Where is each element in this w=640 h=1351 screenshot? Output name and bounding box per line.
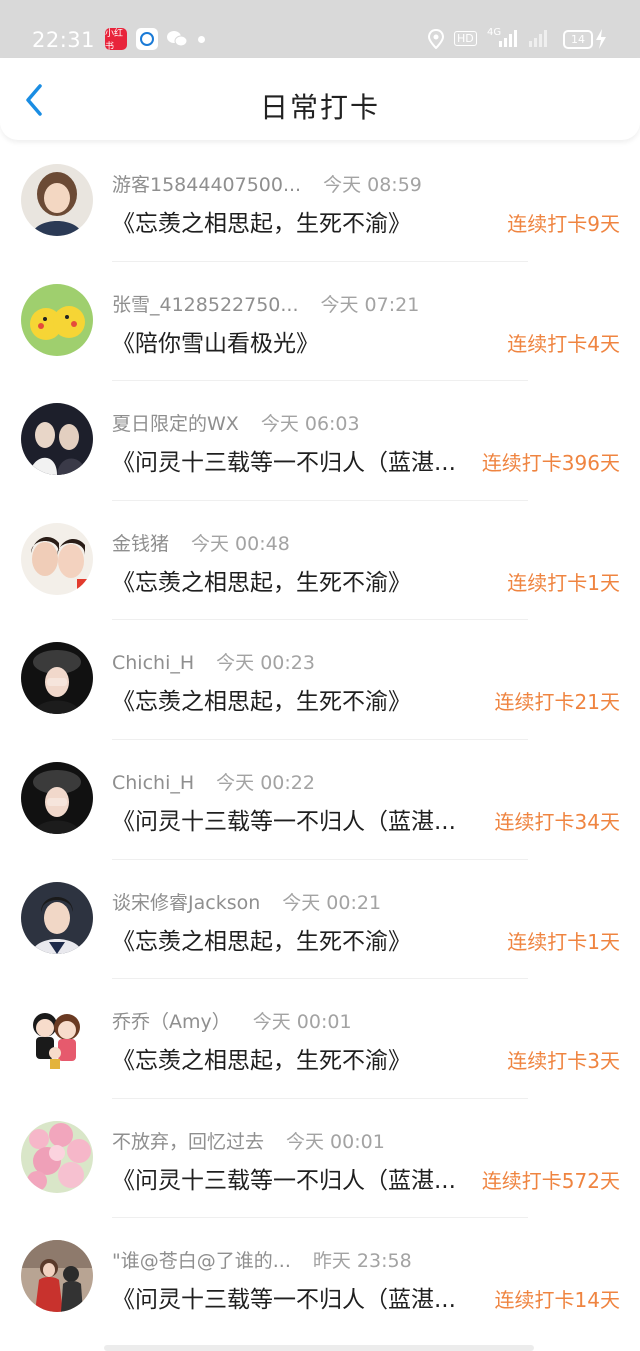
streak-label: 连续打卡3天 <box>507 1049 620 1074</box>
checkin-time: 昨天 23:58 <box>312 1250 412 1273</box>
book-title: 《忘羡之相思起，生死不渝》 <box>112 689 411 716</box>
book-title: 《问灵十三载等一不归人（蓝湛... <box>112 808 456 835</box>
list-item[interactable]: 夏日限定的WX 今天 06:03 《问灵十三载等一不归人（蓝湛... 连续打卡39… <box>0 381 640 501</box>
page-title: 日常打卡 <box>259 91 380 124</box>
list-item[interactable]: 乔乔（Amy） 今天 00:01 《忘羡之相思起，生死不渝》 连续打卡3天 <box>0 979 640 1099</box>
xiaohongshu-app-icon: 小红书 <box>105 28 127 52</box>
streak-label: 连续打卡1天 <box>507 929 620 954</box>
list-item[interactable]: 不放弃，回忆过去 今天 00:01 《问灵十三载等一不归人（蓝湛... 连续打卡5… <box>0 1099 640 1219</box>
browser-app-icon <box>136 28 158 50</box>
user-name: 乔乔（Amy） <box>112 1011 231 1034</box>
list-item[interactable]: 游客15844407500... 今天 08:59 《忘羡之相思起，生死不渝》 连… <box>0 142 640 262</box>
list-item[interactable]: "谁@苍白@了谁的... 昨天 23:58 《问灵十三载等一不归人（蓝湛... 连… <box>0 1218 640 1338</box>
bottom-scroll-indicator <box>104 1345 534 1351</box>
avatar[interactable] <box>21 642 93 715</box>
checkin-time: 今天 08:59 <box>323 174 422 196</box>
location-icon <box>427 28 445 53</box>
book-title: 《问灵十三载等一不归人（蓝湛... <box>112 1167 456 1194</box>
avatar[interactable] <box>21 881 93 954</box>
book-title: 《陪你雪山看极光》 <box>112 330 319 357</box>
hd-icon: HD <box>454 31 477 46</box>
user-name: 谈宋修睿Jackson <box>112 891 261 914</box>
streak-label: 连续打卡1天 <box>507 570 620 595</box>
list-item[interactable]: 张雪_4128522750... 今天 07:21 《陪你雪山看极光》 连续打卡4… <box>0 262 640 382</box>
checkin-time: 今天 00:23 <box>216 652 315 675</box>
user-name: 不放弃，回忆过去 <box>112 1130 265 1153</box>
book-title: 《问灵十三载等一不归人（蓝湛... <box>112 1287 456 1314</box>
notification-dot-icon <box>198 36 205 43</box>
streak-label: 连续打卡572天 <box>481 1168 620 1193</box>
avatar[interactable] <box>21 761 93 834</box>
checkin-time: 今天 00:48 <box>191 532 290 555</box>
checkin-time: 今天 06:03 <box>260 413 360 436</box>
list-item[interactable]: Chichi_H 今天 00:23 《忘羡之相思起，生死不渝》 连续打卡21天 <box>0 620 640 740</box>
streak-label: 连续打卡9天 <box>507 212 620 236</box>
user-name: 金钱猪 <box>112 532 170 555</box>
checkin-time: 今天 00:01 <box>286 1130 385 1153</box>
checkin-time: 今天 00:01 <box>252 1011 352 1034</box>
user-name: "谁@苍白@了谁的... <box>112 1250 291 1273</box>
battery-icon: 14 <box>563 30 593 49</box>
streak-label: 连续打卡34天 <box>494 809 620 834</box>
avatar[interactable] <box>21 522 93 595</box>
book-title: 《忘羡之相思起，生死不渝》 <box>112 928 411 955</box>
streak-label: 连续打卡21天 <box>494 690 620 715</box>
wechat-icon <box>166 28 188 50</box>
checkin-list: 游客15844407500... 今天 08:59 《忘羡之相思起，生死不渝》 连… <box>0 142 640 1338</box>
user-name: Chichi_H <box>112 771 195 794</box>
page-header: 日常打卡 <box>0 58 640 140</box>
avatar[interactable] <box>21 1240 93 1313</box>
charging-icon <box>595 29 607 53</box>
book-title: 《忘羡之相思起，生死不渝》 <box>112 1048 411 1075</box>
book-title: 《忘羡之相思起，生死不渝》 <box>112 569 411 596</box>
streak-label: 连续打卡14天 <box>494 1288 620 1313</box>
book-title: 《问灵十三载等一不归人（蓝湛... <box>112 450 456 477</box>
signal-strength-2-icon <box>528 29 550 51</box>
avatar[interactable] <box>21 1001 93 1074</box>
user-name: 张雪_4128522750... <box>112 293 299 316</box>
checkin-time: 今天 00:22 <box>216 771 315 794</box>
streak-label: 连续打卡396天 <box>481 451 620 476</box>
checkin-time: 今天 00:21 <box>282 891 382 914</box>
avatar[interactable] <box>21 403 93 476</box>
book-title: 《忘羡之相思起，生死不渝》 <box>112 211 411 237</box>
list-item[interactable]: 谈宋修睿Jackson 今天 00:21 《忘羡之相思起，生死不渝》 连续打卡1天 <box>0 860 640 980</box>
checkin-time: 今天 07:21 <box>320 293 420 316</box>
list-item[interactable]: Chichi_H 今天 00:22 《问灵十三载等一不归人（蓝湛... 连续打卡3… <box>0 740 640 860</box>
user-name: Chichi_H <box>112 652 195 675</box>
avatar[interactable] <box>21 1120 93 1193</box>
signal-strength-icon <box>498 29 520 51</box>
status-time: 22:31 <box>32 28 96 52</box>
user-name: 游客15844407500... <box>112 174 302 196</box>
avatar[interactable] <box>21 283 93 356</box>
status-bar: 22:31 小红书 HD 4G 14 <box>0 0 640 58</box>
list-item[interactable]: 金钱猪 今天 00:48 《忘羡之相思起，生死不渝》 连续打卡1天 <box>0 501 640 621</box>
avatar[interactable] <box>21 164 93 236</box>
streak-label: 连续打卡4天 <box>507 331 620 356</box>
user-name: 夏日限定的WX <box>112 413 239 436</box>
